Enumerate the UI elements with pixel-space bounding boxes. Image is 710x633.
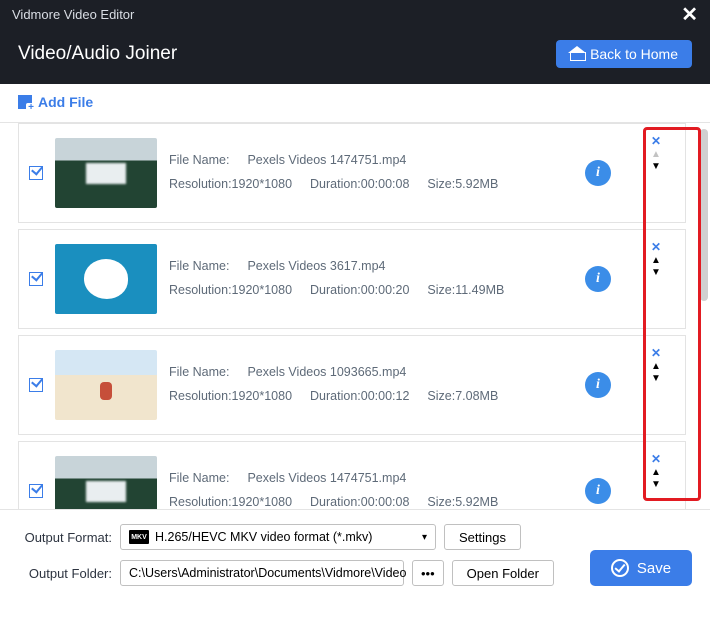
filename-value: Pexels Videos 1474751.mp4 [247, 149, 406, 173]
close-icon[interactable]: ✕ [681, 0, 698, 30]
open-folder-button[interactable]: Open Folder [452, 560, 554, 586]
file-thumbnail [55, 456, 157, 509]
browse-folder-button[interactable]: ••• [412, 560, 444, 586]
file-thumbnail [55, 350, 157, 420]
file-thumbnail [55, 138, 157, 208]
move-down-icon[interactable]: ▼ [651, 374, 661, 384]
resolution: Resolution:1920*1080 [169, 491, 292, 509]
app-title: Vidmore Video Editor [12, 0, 134, 30]
file-checkbox[interactable] [29, 484, 43, 498]
file-checkbox[interactable] [29, 166, 43, 180]
item-controls: ✕ ▲ ▼ [651, 134, 661, 172]
back-to-home-label: Back to Home [590, 46, 678, 62]
remove-icon[interactable]: ✕ [651, 134, 661, 148]
footer-left: Output Format: MKV H.265/HEVC MKV video … [18, 524, 572, 586]
titlebar: Vidmore Video Editor ✕ [0, 0, 710, 30]
scrollbar[interactable] [700, 129, 708, 301]
duration: Duration:00:00:20 [310, 279, 409, 303]
save-label: Save [637, 560, 671, 577]
filename-value: Pexels Videos 1474751.mp4 [247, 467, 406, 491]
size: Size:5.92MB [427, 491, 498, 509]
filename-label: File Name: [169, 467, 229, 491]
output-folder-value: C:\Users\Administrator\Documents\Vidmore… [129, 566, 406, 580]
move-up-icon[interactable]: ▲ [651, 362, 661, 372]
filename-label: File Name: [169, 149, 229, 173]
size: Size:11.49MB [427, 279, 504, 303]
resolution: Resolution:1920*1080 [169, 385, 292, 409]
file-meta: File Name: Pexels Videos 1093665.mp4Resol… [169, 361, 573, 409]
file-item[interactable]: File Name: Pexels Videos 3617.mp4Resoluti… [18, 229, 686, 329]
output-folder-row: Output Folder: C:\Users\Administrator\Do… [18, 560, 572, 586]
item-controls: ✕ ▲ ▼ [651, 452, 661, 490]
duration: Duration:00:00:12 [310, 385, 409, 409]
page-title: Video/Audio Joiner [18, 43, 177, 65]
back-to-home-button[interactable]: Back to Home [556, 40, 692, 68]
filename-label: File Name: [169, 361, 229, 385]
file-item[interactable]: File Name: Pexels Videos 1474751.mp4Resol… [18, 441, 686, 509]
toolbar: Add File [0, 84, 710, 123]
save-button[interactable]: Save [590, 550, 692, 586]
add-file-icon [18, 95, 32, 109]
output-format-row: Output Format: MKV H.265/HEVC MKV video … [18, 524, 572, 550]
remove-icon[interactable]: ✕ [651, 452, 661, 466]
info-button[interactable]: i [585, 160, 611, 186]
file-meta: File Name: Pexels Videos 1474751.mp4Resol… [169, 467, 573, 509]
size: Size:5.92MB [427, 173, 498, 197]
move-up-icon[interactable]: ▲ [651, 256, 661, 266]
item-controls: ✕ ▲ ▼ [651, 240, 661, 278]
filename-label: File Name: [169, 255, 229, 279]
file-list-scroll[interactable]: File Name:Pexels Videos 1474751.mp4Resol… [18, 123, 690, 509]
size: Size:7.08MB [427, 385, 498, 409]
remove-icon[interactable]: ✕ [651, 240, 661, 254]
info-button[interactable]: i [585, 372, 611, 398]
file-item[interactable]: File Name: Pexels Videos 1474751.mp4Resol… [18, 123, 686, 223]
output-format-select[interactable]: MKV H.265/HEVC MKV video format (*.mkv) … [120, 524, 436, 550]
file-thumbnail [55, 244, 157, 314]
output-folder-label: Output Folder: [18, 566, 112, 581]
output-format-label: Output Format: [18, 530, 112, 545]
remove-icon[interactable]: ✕ [651, 346, 661, 360]
info-button[interactable]: i [585, 478, 611, 504]
check-icon [611, 559, 629, 577]
duration: Duration:00:00:08 [310, 491, 409, 509]
footer: Output Format: MKV H.265/HEVC MKV video … [0, 509, 710, 608]
file-checkbox[interactable] [29, 378, 43, 392]
move-up-icon: ▲ [651, 150, 661, 160]
filename-value: Pexels Videos 3617.mp4 [247, 255, 385, 279]
home-icon [570, 48, 584, 60]
move-down-icon[interactable]: ▼ [651, 480, 661, 490]
output-format-value: H.265/HEVC MKV video format (*.mkv) [155, 530, 372, 544]
info-button[interactable]: i [585, 266, 611, 292]
duration: Duration:00:00:08 [310, 173, 409, 197]
add-file-label: Add File [38, 94, 93, 110]
file-checkbox[interactable] [29, 272, 43, 286]
move-up-icon[interactable]: ▲ [651, 468, 661, 478]
chevron-down-icon: ▾ [422, 532, 427, 543]
resolution: Resolution:1920*1080 [169, 279, 292, 303]
resolution: Resolution:1920*1080 [169, 173, 292, 197]
format-icon: MKV [129, 530, 149, 544]
settings-button[interactable]: Settings [444, 524, 521, 550]
move-down-icon[interactable]: ▼ [651, 162, 661, 172]
file-meta: File Name: Pexels Videos 3617.mp4Resoluti… [169, 255, 573, 303]
item-controls: ✕ ▲ ▼ [651, 346, 661, 384]
add-file-button[interactable]: Add File [18, 94, 692, 110]
output-folder-input[interactable]: C:\Users\Administrator\Documents\Vidmore… [120, 560, 404, 586]
app-window: Vidmore Video Editor ✕ Video/Audio Joine… [0, 0, 710, 633]
header-bar: Video/Audio Joiner Back to Home [0, 30, 710, 84]
file-list: File Name:Pexels Videos 1474751.mp4Resol… [0, 123, 710, 509]
move-down-icon[interactable]: ▼ [651, 268, 661, 278]
file-meta: File Name: Pexels Videos 1474751.mp4Resol… [169, 149, 573, 197]
file-item[interactable]: File Name: Pexels Videos 1093665.mp4Resol… [18, 335, 686, 435]
filename-value: Pexels Videos 1093665.mp4 [247, 361, 406, 385]
